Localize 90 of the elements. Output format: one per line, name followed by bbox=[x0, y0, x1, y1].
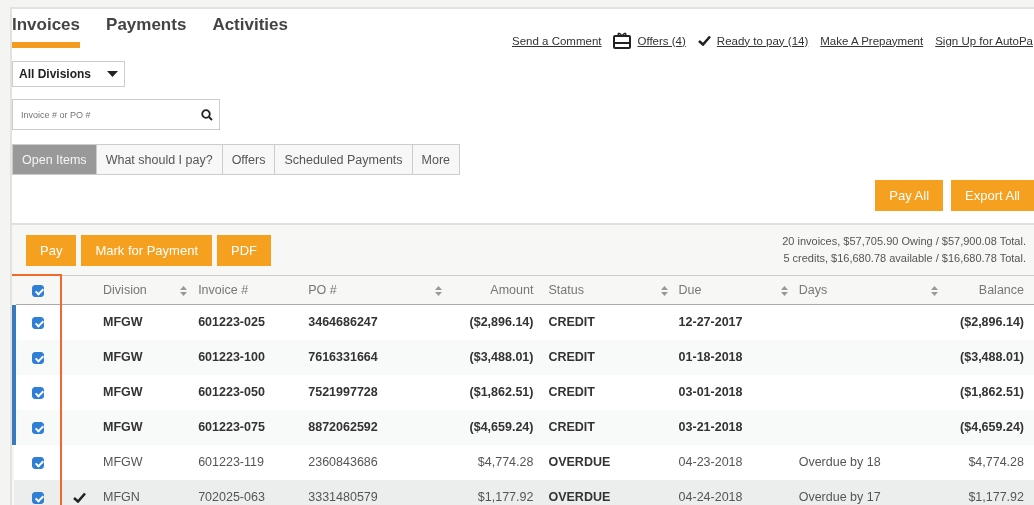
column-header[interactable]: Balance bbox=[978, 283, 1024, 297]
checkbox[interactable] bbox=[32, 456, 44, 469]
table-cell: ($2,896.14) bbox=[960, 315, 1024, 330]
table-cell: CREDIT bbox=[548, 350, 595, 364]
table-cell: ($4,659.24) bbox=[469, 420, 534, 434]
table-row[interactable]: MFGW 601223-100 7616331664 ($3,488.01) CREDIT 01-18-2018 ($3,488.01) bbox=[14, 339, 1034, 375]
sort-icon[interactable] bbox=[660, 286, 668, 296]
view-tab[interactable]: What should I pay? bbox=[95, 144, 223, 175]
search-icon[interactable] bbox=[201, 108, 213, 121]
gift-card-icon bbox=[613, 32, 632, 49]
table-row[interactable]: MFGN 702025-063 3331480579 $1,177.92 OVERDUE 04-24-2018 Overdue by 17 $1,177.92 bbox=[14, 479, 1034, 505]
table-cell: ($1,862.51) bbox=[469, 385, 534, 399]
table-cell: $4,774.28 bbox=[968, 455, 1024, 469]
table-cell: MFGW bbox=[103, 385, 143, 399]
table-cell: CREDIT bbox=[548, 385, 595, 399]
header-link[interactable]: Make A Prepayment bbox=[820, 34, 924, 47]
table-cell: 2360843686 bbox=[308, 455, 378, 469]
table-cell: 04-24-2018 bbox=[678, 490, 743, 504]
checkbox[interactable] bbox=[32, 351, 44, 364]
table-cell: 601223-100 bbox=[198, 350, 265, 364]
table-cell: MFGW bbox=[103, 350, 143, 364]
view-tab[interactable]: Offers bbox=[221, 144, 276, 175]
column-header[interactable]: Amount bbox=[490, 283, 534, 297]
header-link[interactable]: Sign Up for AutoPa bbox=[935, 34, 1033, 47]
table-cell: $4,774.28 bbox=[477, 455, 534, 469]
header-link[interactable]: Send a Comment bbox=[512, 34, 602, 47]
table-cell: Overdue by 17 bbox=[798, 490, 881, 504]
table-cell: 3331480579 bbox=[308, 490, 378, 504]
checkbox[interactable] bbox=[32, 386, 44, 399]
header-link[interactable]: Offers (4) bbox=[637, 34, 686, 47]
table-cell: 03-21-2018 bbox=[678, 420, 743, 434]
check-icon bbox=[72, 491, 86, 503]
table-cell: 3464686247 bbox=[308, 315, 378, 330]
checkbox[interactable] bbox=[32, 491, 44, 504]
table-cell: 03-01-2018 bbox=[678, 385, 743, 399]
check-icon bbox=[697, 35, 711, 46]
column-header[interactable]: Status bbox=[548, 283, 584, 297]
search-field[interactable]: Invoice # or PO # bbox=[12, 99, 220, 130]
header-link[interactable]: Ready to pay (14) bbox=[716, 34, 809, 47]
summary-text: 5 credits, $16,680.78 available / $16,680.78 Total. bbox=[782, 251, 1026, 266]
table-cell: ($3,488.01) bbox=[960, 350, 1024, 364]
table-cell: CREDIT bbox=[548, 420, 595, 434]
table-cell: 7616331664 bbox=[308, 350, 378, 364]
table-cell: 601223-025 bbox=[198, 315, 265, 330]
caret-icon bbox=[107, 71, 118, 77]
table-cell: ($1,862.51) bbox=[960, 385, 1024, 399]
division-dropdown[interactable]: All Divisions bbox=[12, 61, 125, 87]
column-header[interactable]: Invoice # bbox=[198, 283, 249, 297]
column-header[interactable]: Days bbox=[798, 283, 828, 297]
table-cell: MFGW bbox=[103, 315, 143, 330]
table-cell: 702025-063 bbox=[198, 490, 265, 504]
tab[interactable]: Payments bbox=[106, 15, 187, 48]
table-row[interactable]: MFGW 601223-025 3464686247 ($2,896.14) CREDIT 12-27-2017 ($2,896.14) bbox=[14, 304, 1034, 340]
column-header[interactable]: Division bbox=[103, 283, 147, 297]
tab[interactable]: Invoices bbox=[12, 15, 81, 48]
table-cell: $1,177.92 bbox=[477, 490, 534, 504]
table-cell: CREDIT bbox=[548, 315, 595, 330]
table-cell: 601223-050 bbox=[198, 385, 265, 399]
sort-icon[interactable] bbox=[180, 286, 188, 296]
table-cell: 8872062592 bbox=[308, 420, 378, 434]
sort-icon[interactable] bbox=[780, 286, 788, 296]
table-cell: 7521997728 bbox=[308, 385, 378, 399]
table-cell: MFGW bbox=[103, 420, 143, 434]
sort-icon[interactable] bbox=[930, 286, 938, 296]
checkbox[interactable] bbox=[32, 316, 44, 329]
table-cell: 01-18-2018 bbox=[678, 350, 743, 364]
tab[interactable]: Activities bbox=[212, 15, 288, 48]
table-cell: 12-27-2017 bbox=[678, 315, 743, 330]
table-cell: ($2,896.14) bbox=[469, 315, 534, 330]
table-cell: ($3,488.01) bbox=[469, 350, 534, 364]
table-cell: Overdue by 18 bbox=[798, 455, 881, 469]
summary-text: 20 invoices, $57,705.90 Owing / $57,900.08 Total. bbox=[782, 234, 1026, 249]
table-cell: MFGW bbox=[103, 455, 143, 469]
table-cell: MFGN bbox=[103, 490, 140, 504]
table-row[interactable]: MFGW 601223-075 8872062592 ($4,659.24) CREDIT 03-21-2018 ($4,659.24) bbox=[14, 409, 1034, 445]
sort-icon[interactable] bbox=[435, 286, 443, 296]
table-row[interactable]: MFGW 601223-050 7521997728 ($1,862.51) CREDIT 03-01-2018 ($1,862.51) bbox=[14, 374, 1034, 410]
view-tab[interactable]: Scheduled Payments bbox=[274, 144, 413, 175]
table-cell: 601223-119 bbox=[198, 455, 264, 469]
table-cell: 04-23-2018 bbox=[678, 455, 743, 469]
column-header[interactable]: Due bbox=[678, 283, 702, 297]
table-cell: ($4,659.24) bbox=[960, 420, 1024, 434]
table-cell: OVERDUE bbox=[548, 455, 611, 469]
table-cell: OVERDUE bbox=[548, 490, 611, 504]
table-cell: 601223-075 bbox=[198, 420, 265, 434]
checkbox[interactable] bbox=[32, 284, 44, 297]
table-cell: $1,177.92 bbox=[968, 490, 1024, 504]
view-tab[interactable]: More bbox=[411, 144, 461, 175]
checkbox[interactable] bbox=[32, 421, 44, 434]
column-header[interactable]: PO # bbox=[308, 283, 337, 297]
